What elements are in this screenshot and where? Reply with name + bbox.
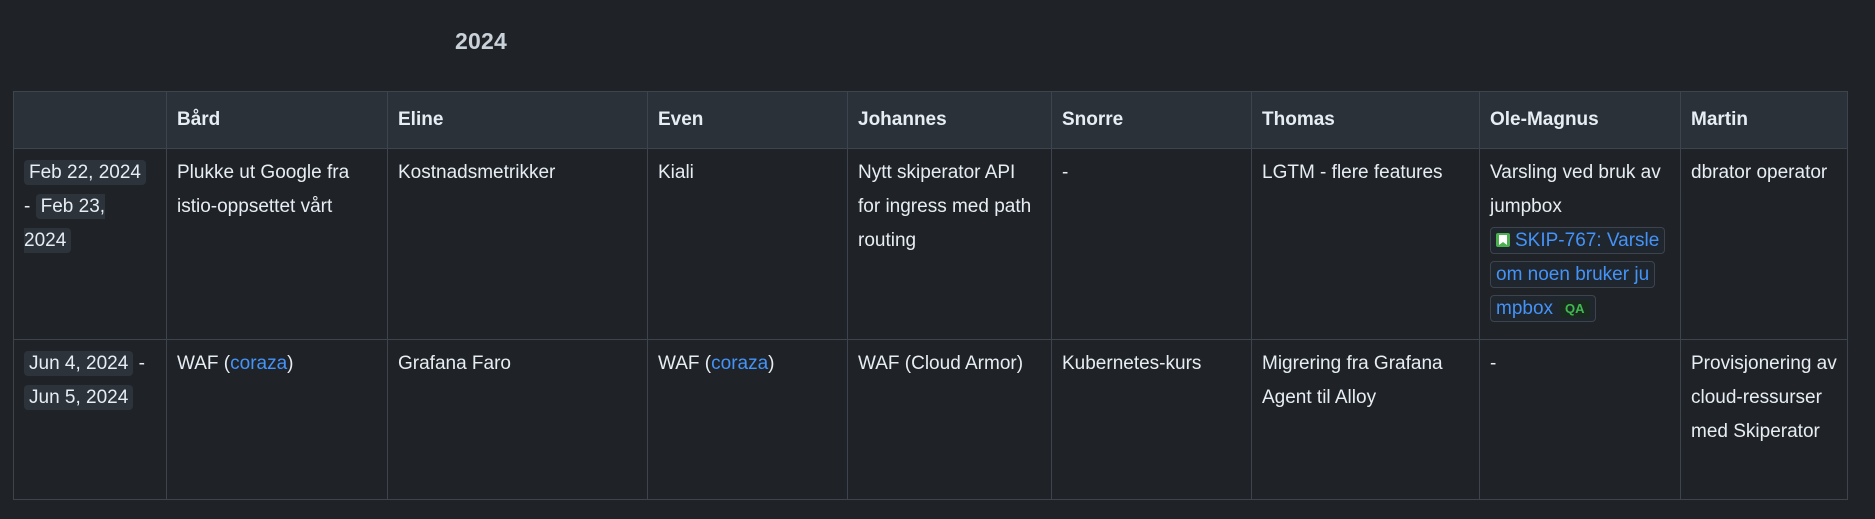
jira-issue-title-line1: SKIP-767: Varsle xyxy=(1515,230,1660,251)
header-cell-ole-magnus: Ole-Magnus xyxy=(1479,91,1681,149)
header-cell-date xyxy=(13,91,167,149)
header-cell-thomas: Thomas xyxy=(1251,91,1480,149)
cell-snorre: Kubernetes-kurs xyxy=(1051,339,1252,500)
cell-snorre: - xyxy=(1051,148,1252,340)
cell-thomas: Migrering fra Grafana Agent til Alloy xyxy=(1251,339,1480,500)
jira-issue-title-line3: mpbox xyxy=(1496,298,1554,319)
coraza-link[interactable]: coraza xyxy=(230,353,287,374)
section-title: 2024 xyxy=(455,28,507,54)
cell-even-prefix: WAF ( xyxy=(658,353,712,374)
table-row: Jun 4, 2024 - Jun 5, 2024 WAF (coraza) G… xyxy=(13,339,1848,500)
cell-ole-magnus: Varsling ved bruk av jumpbox SKIP-767: V… xyxy=(1479,148,1681,340)
header-cell-bard: Bård xyxy=(166,91,388,149)
cell-martin: dbrator operator xyxy=(1680,148,1848,340)
page: 2024 Bård Eline Even Johannes Snorre Tho… xyxy=(0,0,1875,519)
date-end-chip[interactable]: Jun 5, 2024 xyxy=(24,385,134,410)
date-separator: - xyxy=(138,353,145,374)
cell-bard-suffix: ) xyxy=(287,353,294,374)
coraza-link[interactable]: coraza xyxy=(711,353,768,374)
jira-issue-title-line2: om noen bruker ju xyxy=(1496,264,1650,285)
cell-eline: Kostnadsmetrikker xyxy=(387,148,648,340)
cell-ole-magnus: - xyxy=(1479,339,1681,500)
cell-eline: Grafana Faro xyxy=(387,339,648,500)
cell-johannes: WAF (Cloud Armor) xyxy=(847,339,1052,500)
header-cell-martin: Martin xyxy=(1680,91,1848,149)
cell-bard: Plukke ut Google fra istio-oppsettet vår… xyxy=(166,148,388,340)
header-cell-snorre: Snorre xyxy=(1051,91,1252,149)
table-row: Feb 22, 2024 - Feb 23, 2024 Plukke ut Go… xyxy=(13,148,1848,340)
date-cell: Jun 4, 2024 - Jun 5, 2024 xyxy=(13,339,167,500)
cell-even-suffix: ) xyxy=(768,353,775,374)
date-end-chip[interactable]: Feb 23, 2024 xyxy=(24,194,106,253)
table-header-row: Bård Eline Even Johannes Snorre Thomas O… xyxy=(13,91,1848,149)
header-cell-even: Even xyxy=(647,91,848,149)
jira-issue-link[interactable]: SKIP-767: Varsle om noen bruker ju mpbox QA xyxy=(1490,227,1666,322)
cell-even: WAF (coraza) xyxy=(647,339,848,500)
schedule-table: Bård Eline Even Johannes Snorre Thomas O… xyxy=(13,91,1848,500)
date-start-chip[interactable]: Feb 22, 2024 xyxy=(24,160,146,185)
date-start-chip[interactable]: Jun 4, 2024 xyxy=(24,351,134,376)
cell-bard: WAF (coraza) xyxy=(166,339,388,500)
story-bookmark-icon xyxy=(1496,233,1510,247)
header-cell-eline: Eline xyxy=(387,91,648,149)
cell-ole-magnus-text: Varsling ved bruk av jumpbox xyxy=(1490,162,1661,217)
date-cell: Feb 22, 2024 - Feb 23, 2024 xyxy=(13,148,167,340)
cell-thomas: LGTM - flere features xyxy=(1251,148,1480,340)
cell-johannes: Nytt skiperator API for ingress med path… xyxy=(847,148,1052,340)
cell-even: Kiali xyxy=(647,148,848,340)
date-separator: - xyxy=(24,196,31,217)
cell-martin: Provisjonering av cloud-ressurser med Sk… xyxy=(1680,339,1848,500)
jira-status-badge: QA xyxy=(1560,300,1590,318)
header-cell-johannes: Johannes xyxy=(847,91,1052,149)
cell-bard-prefix: WAF ( xyxy=(177,353,231,374)
